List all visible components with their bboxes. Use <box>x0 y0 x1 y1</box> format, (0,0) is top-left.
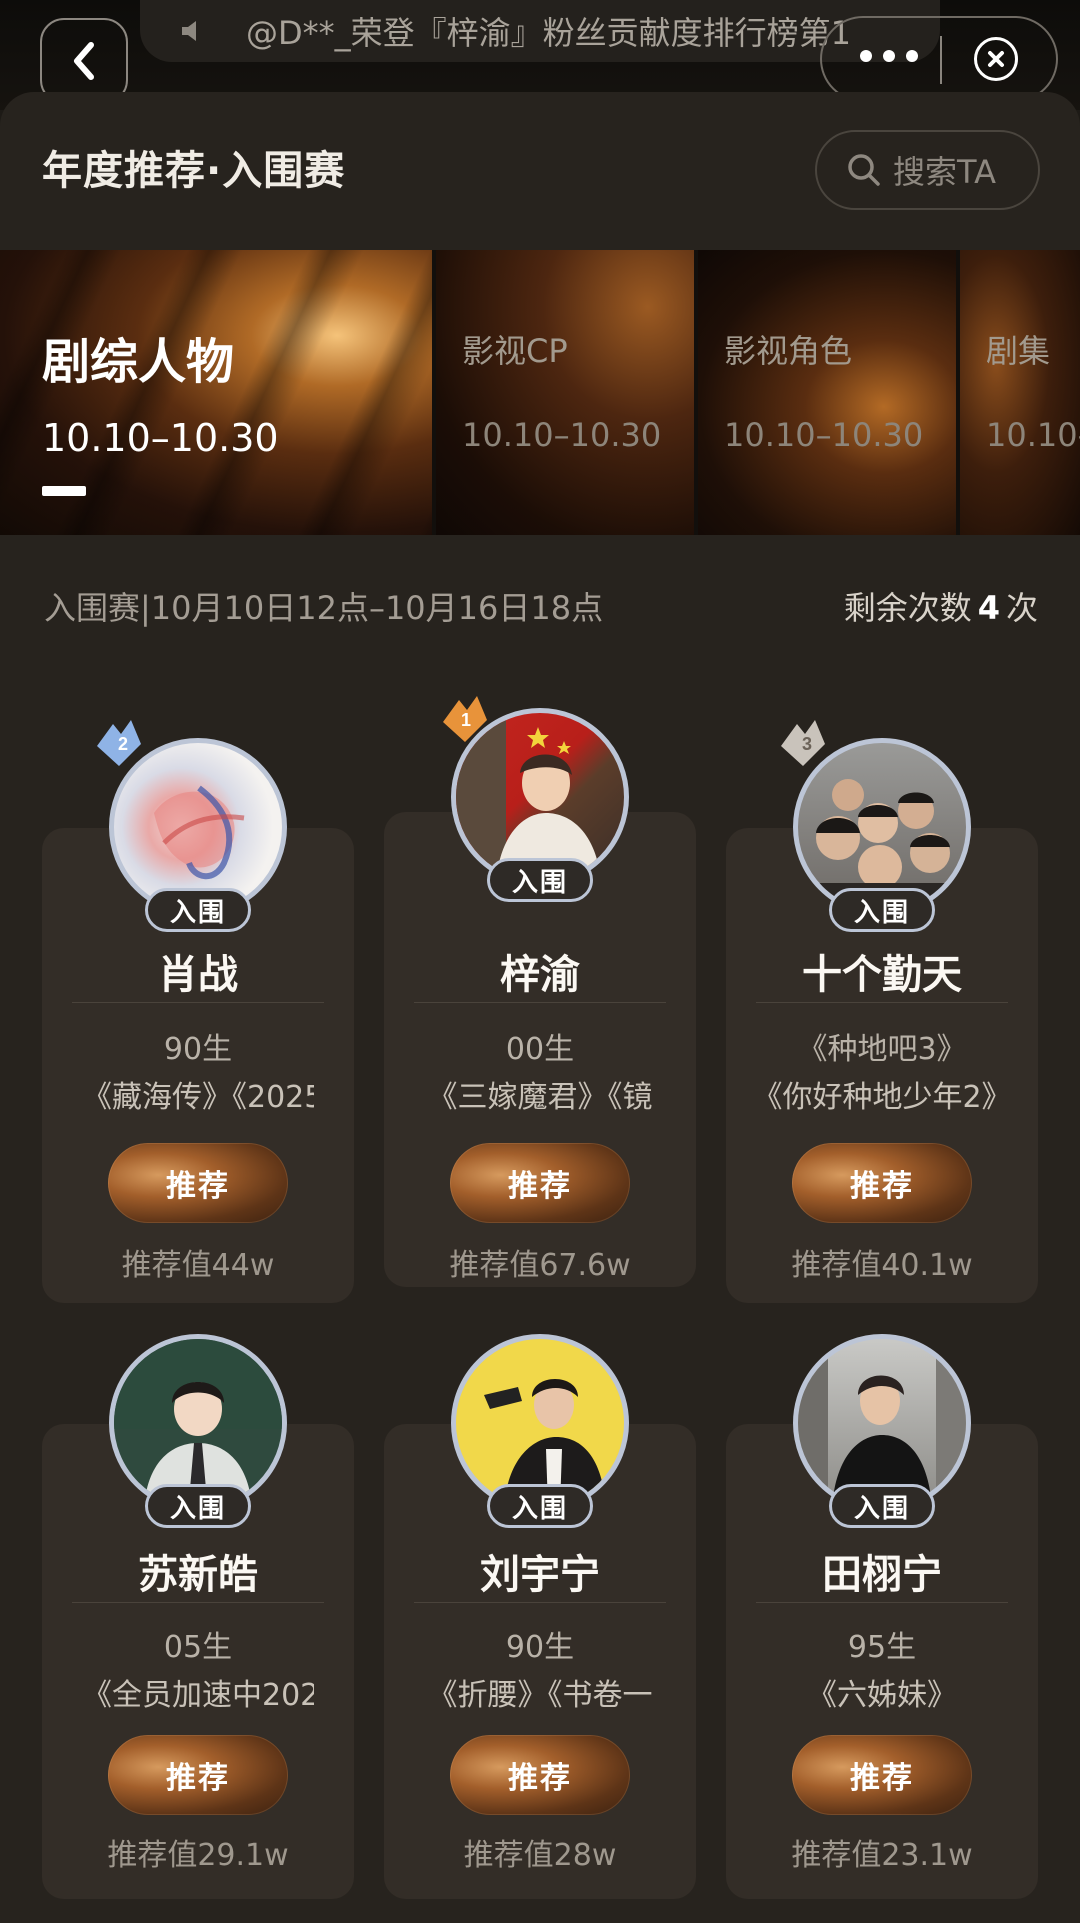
recommend-score: 推荐值44w <box>121 1248 275 1283</box>
nominee-birth: 《种地吧3》 <box>797 1032 967 1067</box>
tab-series[interactable]: 剧集 10.10– <box>960 250 1080 535</box>
recommend-button[interactable]: 推荐 <box>450 1143 630 1223</box>
svg-text:3: 3 <box>802 734 812 754</box>
active-tab-indicator <box>42 486 86 496</box>
recommend-button[interactable]: 推荐 <box>108 1143 288 1223</box>
avatar-art <box>114 1339 282 1507</box>
shortlist-badge: 入围 <box>829 1484 935 1528</box>
recommend-score: 推荐值28w <box>463 1838 617 1873</box>
svg-text:2: 2 <box>118 734 128 754</box>
nominee-works: 《折腰》《书卷一 <box>427 1678 653 1713</box>
nominee-avatar[interactable]: 入围 <box>793 1334 971 1528</box>
nominee-works: 《你好种地少年2》 <box>752 1080 1012 1115</box>
divider <box>72 1002 324 1003</box>
nominee-name: 刘宇宁 <box>480 1552 600 1598</box>
tab-drama-variety-person[interactable]: 剧综人物 10.10–10.30 <box>0 250 432 535</box>
avatar-art <box>798 1339 966 1507</box>
page-title: 年度推荐·入围赛 <box>42 148 346 194</box>
divider <box>414 1002 666 1003</box>
tab-name: 影视角色 <box>724 332 853 370</box>
rank-3-icon: 3 <box>781 720 825 766</box>
tab-date: 10.10–10.30 <box>724 416 924 454</box>
nominee-works: 《藏海传》《2025 <box>82 1080 314 1115</box>
nominee-name: 十个勤天 <box>802 952 962 998</box>
shortlist-badge: 入围 <box>829 888 935 932</box>
remaining-label: 剩余次数 <box>843 589 972 627</box>
recommend-score: 推荐值29.1w <box>107 1838 289 1873</box>
nominee-name: 苏新皓 <box>138 1552 258 1598</box>
nominee-works: 《全员加速中2025 <box>82 1678 314 1713</box>
svg-text:1: 1 <box>461 710 471 730</box>
mini-program-capsule <box>820 16 1058 102</box>
nominee-name: 梓渝 <box>500 952 580 998</box>
nominee-birth: 90生 <box>505 1630 575 1665</box>
shortlist-badge: 入围 <box>145 1484 251 1528</box>
nominee-name: 肖战 <box>158 952 238 998</box>
nominee-name: 田栩宁 <box>822 1552 942 1598</box>
tab-film-cp[interactable]: 影视CP 10.10–10.30 <box>436 250 694 535</box>
nominee-birth: 90生 <box>163 1032 233 1067</box>
tab-name: 影视CP <box>462 332 568 370</box>
shortlist-badge: 入围 <box>487 858 593 902</box>
remaining-count: 4 <box>977 589 1000 627</box>
remaining-unit: 次 <box>1005 589 1038 627</box>
nominee-avatar[interactable]: 入围 3 <box>781 720 971 932</box>
tab-name: 剧集 <box>986 332 1051 370</box>
divider <box>72 1602 324 1603</box>
tab-date: 10.10–10.30 <box>462 416 662 454</box>
nominee-birth: 00生 <box>505 1032 575 1067</box>
rank-2-icon: 2 <box>97 720 141 766</box>
recommend-button[interactable]: 推荐 <box>792 1143 972 1223</box>
nominee-works: 《六姊妹》 <box>807 1678 957 1713</box>
recommend-button[interactable]: 推荐 <box>450 1735 630 1815</box>
recommend-score: 推荐值23.1w <box>791 1838 973 1873</box>
avatar-art <box>484 1379 606 1507</box>
schedule-info: 入围赛|10月10日12点–10月16日18点 <box>44 589 604 627</box>
shortlist-badge: 入围 <box>145 888 251 932</box>
category-tabs: 剧综人物 10.10–10.30 影视CP 10.10–10.30 影视角色 1… <box>0 250 1080 535</box>
divider <box>756 1002 1008 1003</box>
close-icon[interactable] <box>974 37 1018 81</box>
recommend-button[interactable]: 推荐 <box>108 1735 288 1815</box>
divider <box>756 1602 1008 1603</box>
capsule-divider <box>940 36 942 84</box>
tab-name: 剧综人物 <box>42 334 235 390</box>
search-label: 搜索TA <box>893 153 996 191</box>
rank-1-icon: 1 <box>443 696 487 742</box>
nominee-birth: 05生 <box>163 1630 233 1665</box>
recommend-score: 推荐值40.1w <box>791 1248 973 1283</box>
tab-date: 10.10–10.30 <box>42 416 279 460</box>
nominee-avatar[interactable]: 入围 <box>109 1334 287 1528</box>
more-icon[interactable] <box>860 46 918 66</box>
recommend-score: 推荐值67.6w <box>449 1248 631 1283</box>
search-button[interactable]: 搜索TA <box>815 130 1040 210</box>
nominee-birth: 95生 <box>847 1630 917 1665</box>
divider <box>414 1602 666 1603</box>
nominee-avatar[interactable]: 入围 1 <box>443 696 629 902</box>
speaker-icon <box>178 17 206 45</box>
recommend-button[interactable]: 推荐 <box>792 1735 972 1815</box>
shortlist-badge: 入围 <box>487 1484 593 1528</box>
tab-film-role[interactable]: 影视角色 10.10–10.30 <box>698 250 956 535</box>
nominee-works: 《三嫁魔君》《镜 <box>427 1080 653 1115</box>
search-icon <box>848 154 880 186</box>
chevron-left-icon <box>74 42 94 80</box>
nominee-avatar[interactable]: 入围 2 <box>97 720 287 932</box>
nominee-avatar[interactable]: 入围 <box>451 1334 629 1528</box>
remaining-votes: 剩余次数 4 次 <box>844 583 1038 629</box>
tab-date: 10.10– <box>986 416 1080 454</box>
